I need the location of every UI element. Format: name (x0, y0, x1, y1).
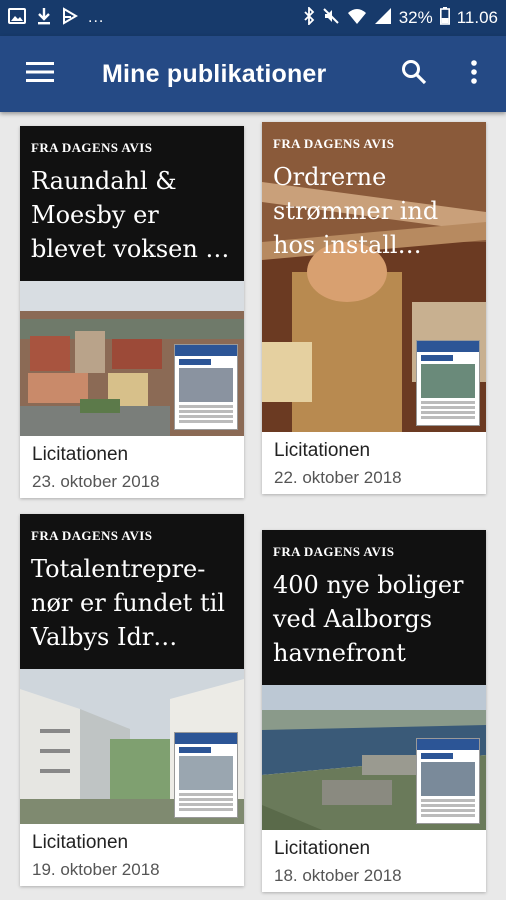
overflow-menu-button[interactable] (442, 36, 506, 112)
cover-image[interactable]: FRA DAGENS AVIS 400 nye boliger ved Aalb… (262, 530, 486, 830)
wifi-icon (347, 7, 367, 30)
publication-card[interactable]: FRA DAGENS AVIS Raundahl & Moesby er ble… (20, 126, 244, 498)
bluetooth-icon (303, 5, 315, 30)
image-notification-icon (8, 7, 26, 29)
card-date: 23. oktober 2018 (32, 472, 160, 491)
cover-header: FRA DAGENS AVIS 400 nye boliger ved Aalb… (262, 530, 486, 685)
publication-card[interactable]: FRA DAGENS AVIS Totalentrepre-nør er fun… (20, 514, 244, 886)
card-meta: Licitationen 23. oktober 2018 (20, 436, 244, 498)
cover-headline: Totalentrepre-nør er fundet til Valbys I… (31, 555, 225, 651)
newspaper-thumbnail (174, 732, 238, 818)
card-source: Licitationen (274, 440, 371, 461)
newspaper-thumbnail (416, 340, 480, 426)
card-meta: Licitationen 19. oktober 2018 (20, 824, 244, 886)
battery-percent: 32% (398, 8, 433, 27)
card-date: 22. oktober 2018 (274, 468, 402, 487)
menu-button[interactable] (0, 36, 80, 112)
media-notification-icon (62, 6, 78, 30)
status-bar: ... 32% 11.06 (0, 0, 506, 36)
card-date: 18. oktober 2018 (274, 866, 402, 885)
mute-icon (322, 7, 340, 30)
cover-headline: Raundahl & Moesby er blevet voksen … (31, 167, 230, 263)
card-source: Licitationen (274, 838, 371, 859)
cover-headline: 400 nye boliger ved Aalborgs havnefront (273, 571, 464, 667)
card-source: Licitationen (32, 832, 129, 853)
cover-header: FRA DAGENS AVIS Raundahl & Moesby er ble… (20, 126, 244, 281)
card-source: Licitationen (32, 444, 129, 465)
cover-image[interactable]: FRA DAGENS AVIS Ordrerne strømmer ind ho… (262, 122, 486, 432)
cover-headline: Ordrerne strømmer ind hos install… (273, 163, 439, 259)
hamburger-menu-icon (26, 61, 54, 88)
publication-card[interactable]: FRA DAGENS AVIS 400 nye boliger ved Aalb… (262, 530, 486, 892)
newspaper-thumbnail (174, 344, 238, 430)
app-bar: Mine publikationer (0, 36, 506, 112)
page-title: Mine publikationer (102, 59, 327, 88)
cover-kicker: FRA DAGENS AVIS (273, 544, 395, 559)
publication-card[interactable]: FRA DAGENS AVIS Ordrerne strømmer ind ho… (262, 122, 486, 494)
cover-kicker: FRA DAGENS AVIS (273, 136, 395, 151)
search-icon (401, 59, 427, 90)
cover-header: FRA DAGENS AVIS Totalentrepre-nør er fun… (20, 514, 244, 669)
search-button[interactable] (386, 36, 442, 112)
signal-icon (374, 7, 392, 30)
card-meta: Licitationen 18. oktober 2018 (262, 830, 486, 892)
cover-image[interactable]: FRA DAGENS AVIS Raundahl & Moesby er ble… (20, 126, 244, 436)
cover-kicker: FRA DAGENS AVIS (31, 528, 153, 543)
newspaper-thumbnail (416, 738, 480, 824)
card-date: 19. oktober 2018 (32, 860, 160, 879)
cover-header: FRA DAGENS AVIS Ordrerne strømmer ind ho… (262, 122, 486, 282)
cover-kicker: FRA DAGENS AVIS (31, 140, 153, 155)
card-meta: Licitationen 22. oktober 2018 (262, 432, 486, 494)
cover-image[interactable]: FRA DAGENS AVIS Totalentrepre-nør er fun… (20, 514, 244, 824)
clock: 11.06 (456, 8, 498, 27)
download-icon (36, 7, 52, 30)
more-vertical-icon (470, 59, 478, 89)
more-notifications-text: ... (88, 9, 105, 26)
battery-icon (439, 6, 450, 30)
